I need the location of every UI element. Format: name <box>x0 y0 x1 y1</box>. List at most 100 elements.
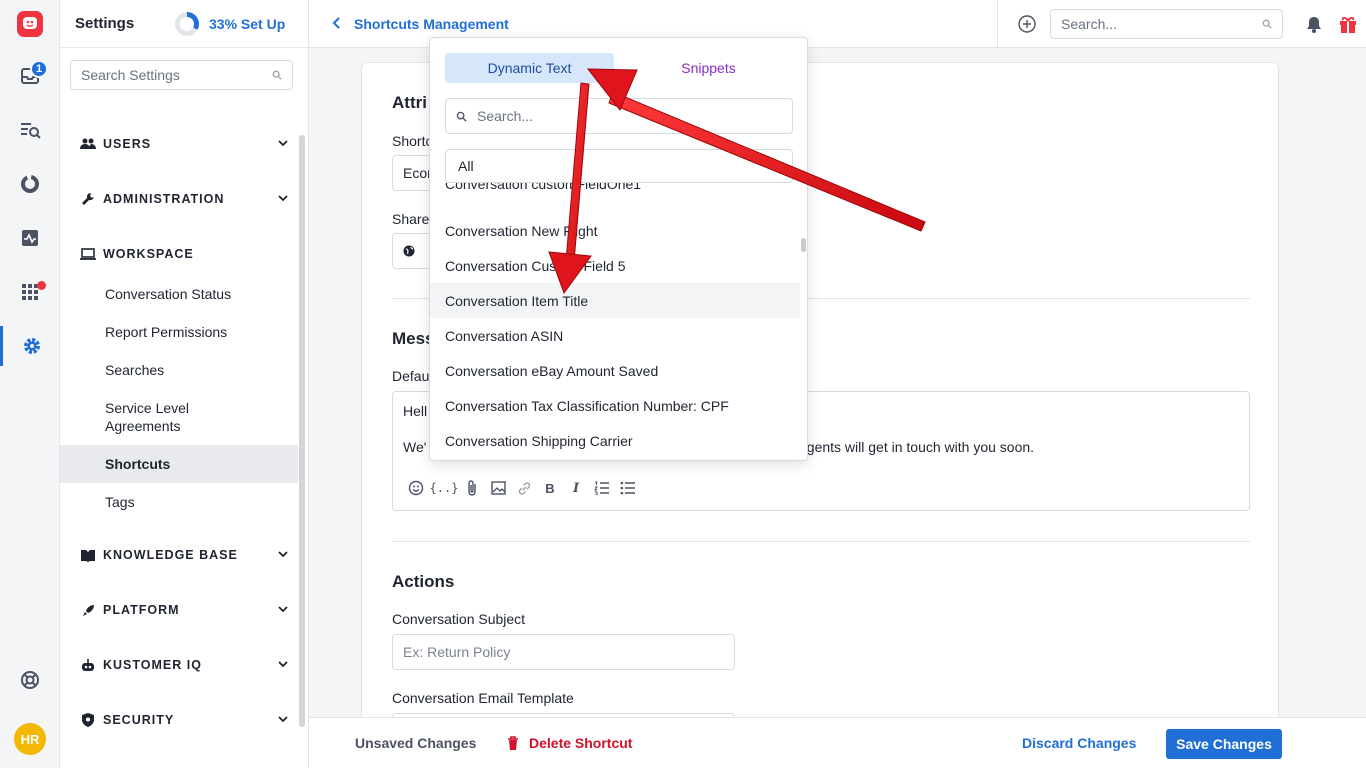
setup-label: 33% Set Up <box>209 16 286 32</box>
numbered-list-icon[interactable] <box>593 479 611 497</box>
sharing-label: Share <box>392 211 430 227</box>
users-icon <box>80 138 96 149</box>
lifebuoy-icon <box>21 671 39 689</box>
popup-filter-value: All <box>458 158 474 174</box>
search-icon <box>456 111 467 122</box>
setup-progress[interactable]: 33% Set Up <box>175 12 285 36</box>
tab-snippets[interactable]: Snippets <box>624 53 793 83</box>
sidebar-title: Settings <box>75 15 135 32</box>
section-workspace[interactable]: WORKSPACE <box>80 244 280 264</box>
reporting-nav[interactable] <box>0 164 60 204</box>
chevron-down-icon <box>278 661 288 668</box>
settings-nav[interactable] <box>0 326 60 366</box>
section-knowledge-base[interactable]: KNOWLEDGE BASE <box>80 545 288 565</box>
apps-nav[interactable] <box>0 272 60 312</box>
sidebar-item-searches[interactable]: Searches <box>105 361 164 379</box>
global-search-input[interactable]: Search... <box>1050 9 1283 39</box>
editor-line-1: Hell <box>403 403 428 419</box>
editor-line-2-end: agents will get in touch with you soon. <box>799 439 1035 455</box>
sidebar-scrollbar[interactable] <box>299 135 305 727</box>
progress-ring-icon <box>175 12 199 36</box>
tab-dynamic-text[interactable]: Dynamic Text <box>445 53 614 83</box>
section-administration-label: ADMINISTRATION <box>103 192 225 206</box>
activity-nav[interactable] <box>0 218 60 258</box>
section-administration[interactable]: ADMINISTRATION <box>80 189 288 209</box>
shortcut-name-label: Shortc <box>392 133 433 149</box>
section-users[interactable]: USERS <box>80 134 288 154</box>
gift-icon[interactable] <box>1338 14 1358 34</box>
unsaved-changes-text: Unsaved Changes <box>355 735 477 751</box>
list-search-icon <box>21 123 41 139</box>
sidebar-item-conversation-status[interactable]: Conversation Status <box>105 285 231 303</box>
inbox-nav[interactable]: 1 <box>0 56 60 96</box>
emoji-icon[interactable] <box>407 479 425 497</box>
attachment-icon[interactable] <box>463 479 481 497</box>
dynamic-text-list: Conversation customFieldOne1 Conversatio… <box>430 183 800 460</box>
discard-changes-button[interactable]: Discard Changes <box>1022 735 1136 751</box>
popup-filter-select[interactable]: All <box>445 149 793 183</box>
actions-heading: Actions <box>392 572 455 591</box>
chevron-down-icon <box>278 140 288 147</box>
sidebar-item-shortcuts[interactable]: Shortcuts <box>105 455 170 473</box>
section-security-label: SECURITY <box>103 713 175 727</box>
settings-search-input[interactable]: Search Settings <box>70 60 293 90</box>
trash-icon <box>508 736 518 750</box>
sidebar-item-tags[interactable]: Tags <box>105 493 135 511</box>
editor-toolbar: {..} B I <box>407 479 637 497</box>
sidebar-item-report-permissions[interactable]: Report Permissions <box>105 323 227 341</box>
sidebar-item-service-level-agreements[interactable]: Service Level Agreements <box>105 399 215 435</box>
list-item[interactable]: Conversation Item Title <box>430 283 800 318</box>
delete-shortcut-label: Delete Shortcut <box>529 735 633 751</box>
add-circle-icon[interactable] <box>1018 15 1036 33</box>
notification-dot <box>37 281 46 290</box>
chevron-down-icon <box>278 195 288 202</box>
editor-line-2-start: We' <box>403 439 427 455</box>
chevron-left-icon[interactable] <box>331 16 343 30</box>
list-item[interactable]: Conversation Shipping Carrier <box>430 423 800 458</box>
wrench-icon <box>82 193 94 205</box>
popup-search-placeholder: Search... <box>477 108 534 124</box>
help-nav[interactable] <box>0 660 60 700</box>
dynamic-text-icon[interactable]: {..} <box>430 479 459 497</box>
active-item-highlight <box>60 445 298 483</box>
list-item[interactable]: Conversation ASIN <box>430 318 800 353</box>
popup-search-input[interactable]: Search... <box>445 98 793 134</box>
section-security[interactable]: SECURITY <box>80 710 288 730</box>
settings-sidebar: Settings 33% Set Up Search Settings USER… <box>60 0 309 768</box>
chevron-down-icon <box>278 551 288 558</box>
dynamic-text-popup: Dynamic Text Snippets Search... All Conv… <box>429 37 808 461</box>
save-changes-button[interactable]: Save Changes <box>1166 729 1282 759</box>
list-item[interactable]: Conversation Custom Field 5 <box>430 248 800 283</box>
section-platform-label: PLATFORM <box>103 603 180 617</box>
kustomer-logo[interactable] <box>0 4 60 44</box>
robot-icon <box>82 658 94 671</box>
conversation-subject-placeholder: Ex: Return Policy <box>403 644 511 660</box>
bullet-list-icon[interactable] <box>619 479 637 497</box>
breadcrumb[interactable]: Shortcuts Management <box>354 16 509 32</box>
list-item[interactable]: Conversation New Flight <box>430 213 800 248</box>
popup-scrollbar[interactable] <box>801 238 806 252</box>
header-divider <box>997 0 998 48</box>
user-avatar[interactable]: HR <box>14 723 46 755</box>
email-template-label: Conversation Email Template <box>392 690 574 706</box>
search-icon <box>272 70 282 80</box>
section-platform[interactable]: PLATFORM <box>80 600 288 620</box>
delete-shortcut-button[interactable]: Delete Shortcut <box>507 735 632 751</box>
list-item[interactable]: Conversation eBay Amount Saved <box>430 353 800 388</box>
chevron-down-icon <box>278 606 288 613</box>
default-message-label: Defau <box>392 368 430 384</box>
italic-icon[interactable]: I <box>567 479 585 497</box>
list-item[interactable]: Conversation Tax Classification Number: … <box>430 388 800 423</box>
section-kustomer-iq[interactable]: KUSTOMER IQ <box>80 655 288 675</box>
search-nav[interactable] <box>0 110 60 150</box>
image-icon[interactable] <box>489 479 507 497</box>
list-item[interactable]: Conversation customFieldOne1 <box>430 183 800 201</box>
conversation-subject-input[interactable]: Ex: Return Policy <box>392 634 735 670</box>
app-rail: 1 HR <box>0 0 60 768</box>
link-icon[interactable] <box>515 479 533 497</box>
section-kustomer-iq-label: KUSTOMER IQ <box>103 658 202 672</box>
globe-icon <box>403 245 415 257</box>
bold-icon[interactable]: B <box>541 479 559 497</box>
form-footer: Unsaved Changes Delete Shortcut Discard … <box>309 717 1366 768</box>
bell-icon[interactable] <box>1306 16 1322 33</box>
